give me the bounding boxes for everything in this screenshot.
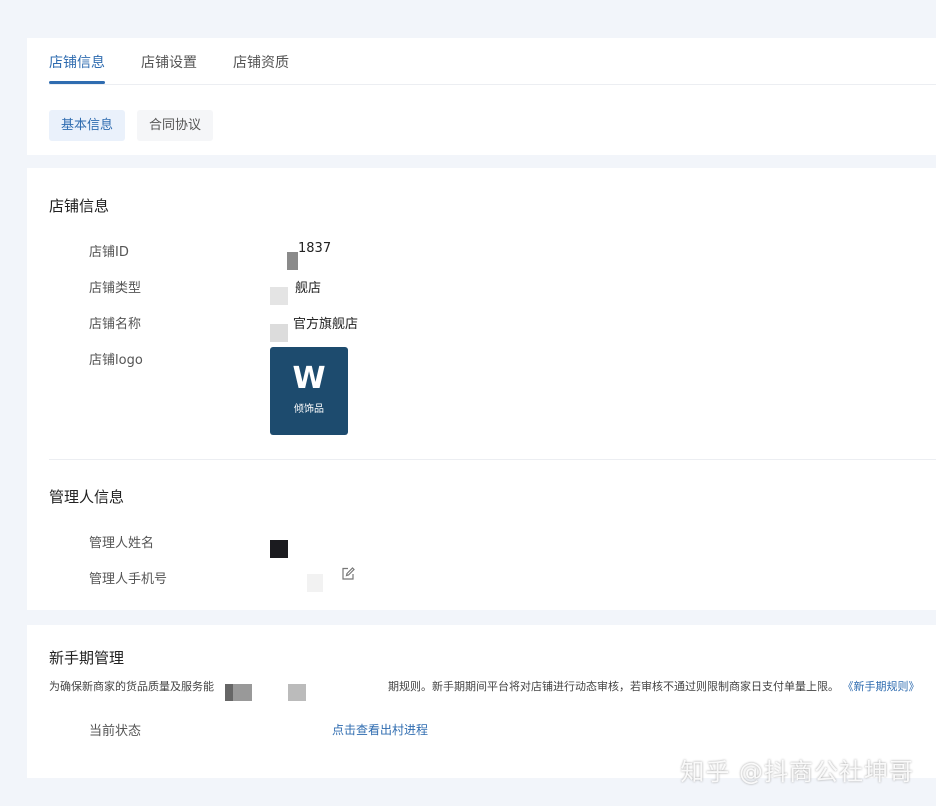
manager-heading: 管理人信息 [49,488,125,506]
redaction [270,540,288,558]
redaction [270,324,288,342]
store-info-heading: 店铺信息 [49,197,110,215]
newbie-notice: 为确保新商家的货品质量及服务能 期规则。新手期期间平台将对店铺进行动态审核，若审核… [49,678,920,694]
sub-tabs: 基本信息 合同协议 [49,110,214,141]
store-name-value: 官方旗舰店 [293,317,359,332]
store-id-value: 1837 [298,241,332,256]
tab-store-qualification[interactable]: 店铺资质 [233,38,289,84]
main-tabs: 店铺信息 店铺设置 店铺资质 [49,38,936,85]
newbie-heading: 新手期管理 [49,649,125,667]
notice-text-a: 为确保新商家的货品质量及服务能 [49,680,214,693]
tabs-card: 店铺信息 店铺设置 店铺资质 基本信息 合同协议 [27,38,936,155]
notice-text-b: 期规则。新手期期间平台将对店铺进行动态审核，若审核不通过则限制商家日支付单量上限… [388,680,839,693]
store-info-card: 店铺信息 店铺ID 1837 店铺类型 舰店 店铺名称 官方旗舰店 店铺logo… [27,168,936,610]
store-id-label: 店铺ID [89,245,129,260]
tab-store-info[interactable]: 店铺信息 [49,38,105,84]
redaction [287,252,298,270]
redaction [288,684,306,701]
edit-icon[interactable] [341,567,355,581]
newbie-rule-link[interactable]: 《新手期规则》 [843,680,920,693]
manager-name-label: 管理人姓名 [89,536,155,551]
status-progress-link[interactable]: 点击查看出村进程 [332,721,428,738]
divider [49,459,936,460]
redaction [307,574,323,592]
manager-phone-label: 管理人手机号 [89,572,168,587]
store-type-value: 舰店 [295,281,322,296]
store-type-label: 店铺类型 [89,281,142,296]
subtab-contract[interactable]: 合同协议 [137,110,214,141]
watermark: 知乎 @抖商公社坤哥 [680,758,914,786]
store-logo-label: 店铺logo [89,353,143,368]
logo-mark: W [292,361,326,396]
status-label: 当前状态 [89,724,142,739]
store-logo-image: W 倾饰品 [270,347,348,435]
subtab-basic-info[interactable]: 基本信息 [49,110,126,141]
store-name-label: 店铺名称 [89,317,142,332]
logo-text: 倾饰品 [294,404,324,415]
redaction [225,684,252,701]
redaction [270,287,288,305]
tab-store-settings[interactable]: 店铺设置 [141,38,197,84]
